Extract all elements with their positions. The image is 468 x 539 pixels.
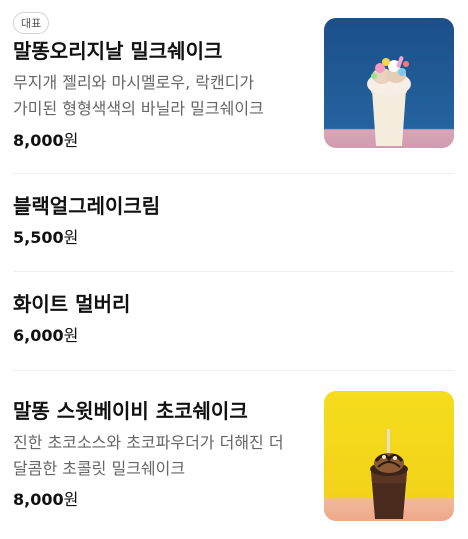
menu-item-name: 말똥 스윗베이비 초코쉐이크 bbox=[13, 399, 248, 423]
price-currency: 원 bbox=[63, 228, 79, 247]
menu-item-white-mulberry[interactable]: 화이트 멀버리 6,000원 bbox=[0, 272, 468, 370]
price-currency: 원 bbox=[63, 490, 79, 509]
price-currency: 원 bbox=[63, 326, 79, 345]
chocolate-shake-photo-icon[interactable] bbox=[324, 391, 454, 521]
menu-item-black-earl-grey-cream[interactable]: 블랙얼그레이크림 5,500원 bbox=[0, 174, 468, 271]
price-value: 6,000 bbox=[13, 326, 64, 345]
menu-item-description: 무지개 젤리와 마시멜로우, 락캔디가 가미된 형형색색의 바닐라 밀크쉐이크 bbox=[13, 73, 264, 118]
menu-item-sweet-baby-choco-shake[interactable]: 말똥 스윗베이비 초코쉐이크 진한 초코소스와 초코파우더가 더해진 더 달콤한… bbox=[0, 371, 468, 539]
price-value: 8,000 bbox=[13, 131, 64, 150]
price-value: 5,500 bbox=[13, 228, 64, 247]
menu-item-name: 블랙얼그레이크림 bbox=[13, 194, 161, 218]
menu-item-price: 8,000원 bbox=[13, 129, 78, 153]
menu-item-price: 8,000원 bbox=[13, 488, 78, 512]
price-value: 8,000 bbox=[13, 490, 64, 509]
menu-list: 대표 말똥오리지날 밀크쉐이크 무지개 젤리와 마시멜로우, 락캔디가 가미된 … bbox=[0, 0, 468, 539]
menu-item-name: 말똥오리지날 밀크쉐이크 bbox=[13, 39, 223, 63]
milkshake-photo-icon[interactable] bbox=[324, 18, 454, 148]
menu-item-name: 화이트 멀버리 bbox=[13, 292, 131, 316]
price-currency: 원 bbox=[63, 131, 79, 150]
menu-item-description: 진한 초코소스와 초코파우더가 더해진 더 달콤한 초콜릿 밀크쉐이크 bbox=[13, 433, 284, 478]
signature-badge: 대표 bbox=[13, 12, 50, 34]
menu-item-price: 5,500원 bbox=[13, 226, 78, 250]
menu-item-original-milkshake[interactable]: 대표 말똥오리지날 밀크쉐이크 무지개 젤리와 마시멜로우, 락캔디가 가미된 … bbox=[0, 0, 468, 172]
menu-item-price: 6,000원 bbox=[13, 324, 78, 348]
